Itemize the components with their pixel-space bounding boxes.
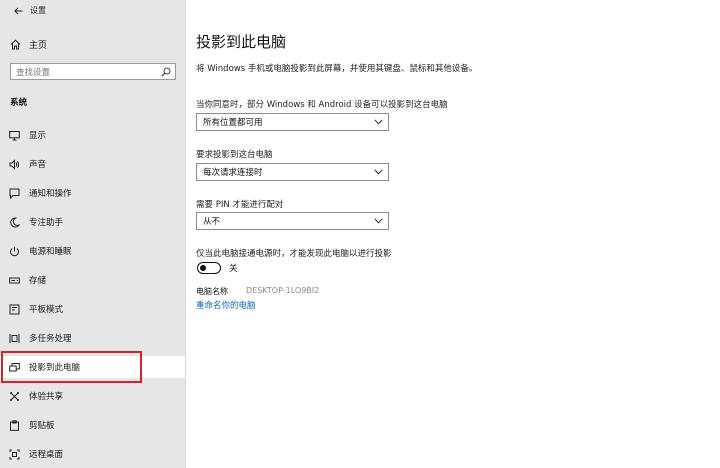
window-title: 设置 [30,6,46,15]
sidebar-item-remote-desktop[interactable]: 远程桌面 [0,443,185,465]
sidebar-item-project-to-this-pc[interactable]: 投影到此电脑 [0,356,185,378]
sidebar-item-label: 多任务处理 [29,334,72,344]
search-input[interactable]: 查找设置 [10,63,176,80]
availability-value: 所有位置都可用 [203,118,263,128]
sidebar-item-storage[interactable]: 存储 [0,269,185,291]
section-title: 系统 [10,98,28,108]
availability-label: 当你同意时，部分 Windows 和 Android 设备可以投影到这台电脑 [196,100,448,110]
sidebar-item-label: 剪贴板 [29,421,55,431]
monitor-icon [9,130,20,141]
require-pin-dropdown[interactable]: 从不 [196,212,389,230]
sidebar-item-shared-experiences[interactable]: 体验共享 [0,385,185,407]
project-icon [9,362,20,373]
sidebar-item-label: 存储 [29,276,47,286]
storage-icon [9,275,20,286]
require-pin-label: 需要 PIN 才能进行配对 [196,200,284,210]
availability-dropdown[interactable]: 所有位置都可用 [196,113,389,131]
sidebar-item-multitasking[interactable]: 多任务处理 [0,327,185,349]
ask-to-project-value: 每次请求连接时 [203,168,263,178]
back-arrow-icon[interactable] [14,6,23,15]
power-discovery-toggle-row: 关 [197,262,238,274]
sidebar-item-label: 专注助手 [29,218,64,228]
remote-desktop-icon [9,449,20,460]
sidebar-item-clipboard[interactable]: 剪贴板 [0,414,185,436]
chevron-down-icon [374,119,383,125]
home-icon [10,39,21,50]
main-content: 投影到此电脑 将 Windows 手机或电脑投影到此屏幕，并使用其键盘、鼠标和其… [187,0,720,468]
toggle-state-label: 关 [229,264,238,274]
moon-icon [9,216,20,228]
home-label: 主页 [29,41,48,51]
toggle-knob [200,264,206,271]
clipboard-icon [9,419,20,431]
sidebar-item-display[interactable]: 显示 [0,124,185,146]
sidebar-item-label: 体验共享 [29,392,64,402]
search-placeholder: 查找设置 [16,67,51,78]
sidebar-item-label: 显示 [29,131,47,141]
require-pin-value: 从不 [203,217,221,227]
home-link[interactable]: 主页 [10,38,47,51]
sidebar: 设置 主页 查找设置 系统 显示 声音 通知和操作 专注助手 电源和睡眠 存储 … [0,0,186,468]
page-title: 投影到此电脑 [196,33,287,51]
ask-to-project-label: 要求投影到这台电脑 [196,150,273,160]
sidebar-item-label: 电源和睡眠 [29,247,72,257]
sidebar-item-power-sleep[interactable]: 电源和睡眠 [0,240,185,262]
ask-to-project-dropdown[interactable]: 每次请求连接时 [196,163,389,181]
search-icon[interactable] [161,67,171,77]
sidebar-item-label: 声音 [29,160,47,170]
sidebar-item-focus-assist[interactable]: 专注助手 [0,211,185,233]
power-icon [9,246,20,257]
pc-name-row: 电脑名称 DESKTOP-1LO9BI2 [196,286,319,297]
rename-pc-link[interactable]: 重命名你的电脑 [196,299,256,311]
sidebar-item-sound[interactable]: 声音 [0,153,185,175]
notification-icon [9,188,20,199]
sidebar-item-label: 通知和操作 [29,189,72,199]
sidebar-item-tablet-mode[interactable]: 平板模式 [0,298,185,320]
page-description: 将 Windows 手机或电脑投影到此屏幕，并使用其键盘、鼠标和其他设备。 [196,64,478,74]
multitask-icon [9,333,20,344]
pc-name-value: DESKTOP-1LO9BI2 [246,286,320,295]
power-discovery-label: 仅当此电脑接通电源时，才能发现此电脑以进行投影 [196,249,392,259]
sidebar-item-label: 远程桌面 [29,450,64,460]
sidebar-item-label: 投影到此电脑 [29,363,81,373]
chevron-down-icon [374,218,383,224]
window-title-bar: 设置 [14,5,46,16]
power-discovery-toggle[interactable] [197,262,221,274]
sidebar-item-label: 平板模式 [29,305,64,315]
sidebar-item-notifications[interactable]: 通知和操作 [0,182,185,204]
pc-name-label: 电脑名称 [196,287,228,296]
tablet-icon [9,304,20,315]
speaker-icon [9,158,20,170]
chevron-down-icon [374,169,383,175]
share-icon [9,391,20,402]
